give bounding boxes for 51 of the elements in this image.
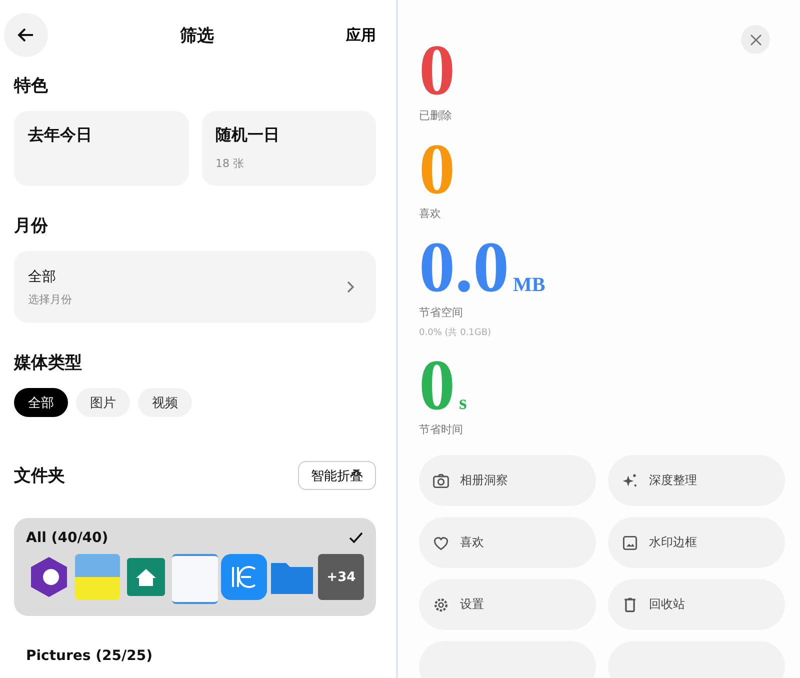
close-button[interactable]	[741, 25, 770, 54]
stat-unit: s	[459, 394, 467, 411]
close-icon	[750, 34, 762, 46]
month-hint: 选择月份	[28, 292, 73, 306]
month-selector[interactable]: 全部 选择月份	[14, 251, 376, 323]
image-icon	[621, 534, 639, 552]
gear-icon	[432, 596, 450, 614]
page-title: 筛选	[179, 24, 215, 46]
stat-label: 喜欢	[419, 206, 442, 222]
camera-icon	[432, 472, 450, 490]
card-title: 去年今日	[28, 125, 93, 146]
folder-item[interactable]: Pictures (25/25)	[14, 636, 376, 676]
back-button[interactable]	[4, 13, 48, 57]
stat-label: 已删除	[419, 108, 453, 123]
stat-value: 0	[419, 356, 455, 414]
folder-name: All (40/40)	[26, 530, 108, 546]
featured-card[interactable]: 随机一日 18 张	[202, 111, 376, 186]
media-type-chip[interactable]: 视频	[138, 388, 192, 417]
section-heading: 文件夹	[14, 465, 65, 487]
menu-button[interactable]: 水印边框	[608, 517, 785, 568]
section-heading: 特色	[14, 75, 49, 97]
card-subtitle: 18 张	[216, 156, 245, 171]
check-icon	[348, 531, 364, 545]
section-heading: 月份	[14, 215, 49, 237]
section-heading: 媒体类型	[14, 352, 83, 374]
menu-button[interactable]: 设置	[419, 579, 596, 630]
stat-value: 0.0	[419, 239, 509, 297]
menu-button[interactable]: 回收站	[608, 579, 785, 630]
apply-button[interactable]: 应用	[346, 26, 376, 44]
folder-name: Pictures (25/25)	[26, 648, 152, 664]
stat-unit: MB	[513, 277, 546, 294]
stat-value: 0	[419, 42, 455, 100]
smart-fold-button[interactable]: 智能折叠	[298, 461, 376, 490]
chevron-icon	[346, 280, 356, 294]
stat-note: 0.0% (共 0.1GB)	[419, 326, 492, 339]
stat-label: 节省时间	[419, 422, 464, 438]
month-value: 全部	[28, 268, 57, 286]
stat-label: 节省空间	[419, 304, 464, 320]
more-count: +34	[326, 570, 356, 584]
app-thumbnail	[220, 554, 267, 600]
menu-button[interactable]: 喜欢	[419, 517, 596, 568]
document-thumbnail	[172, 554, 218, 604]
media-type-chip[interactable]: 图片	[76, 388, 130, 417]
menu-button[interactable]: 相册洞察	[419, 455, 596, 506]
stat-value: 0	[419, 140, 455, 198]
folder-item[interactable]: All (40/40) +34	[14, 518, 376, 616]
card-title: 随机一日	[216, 125, 280, 146]
featured-card[interactable]: 去年今日	[14, 111, 188, 186]
photo-thumbnail	[74, 554, 120, 600]
menu-button[interactable]: 深度整理	[608, 455, 785, 506]
media-type-chip[interactable]: 全部	[14, 388, 68, 417]
